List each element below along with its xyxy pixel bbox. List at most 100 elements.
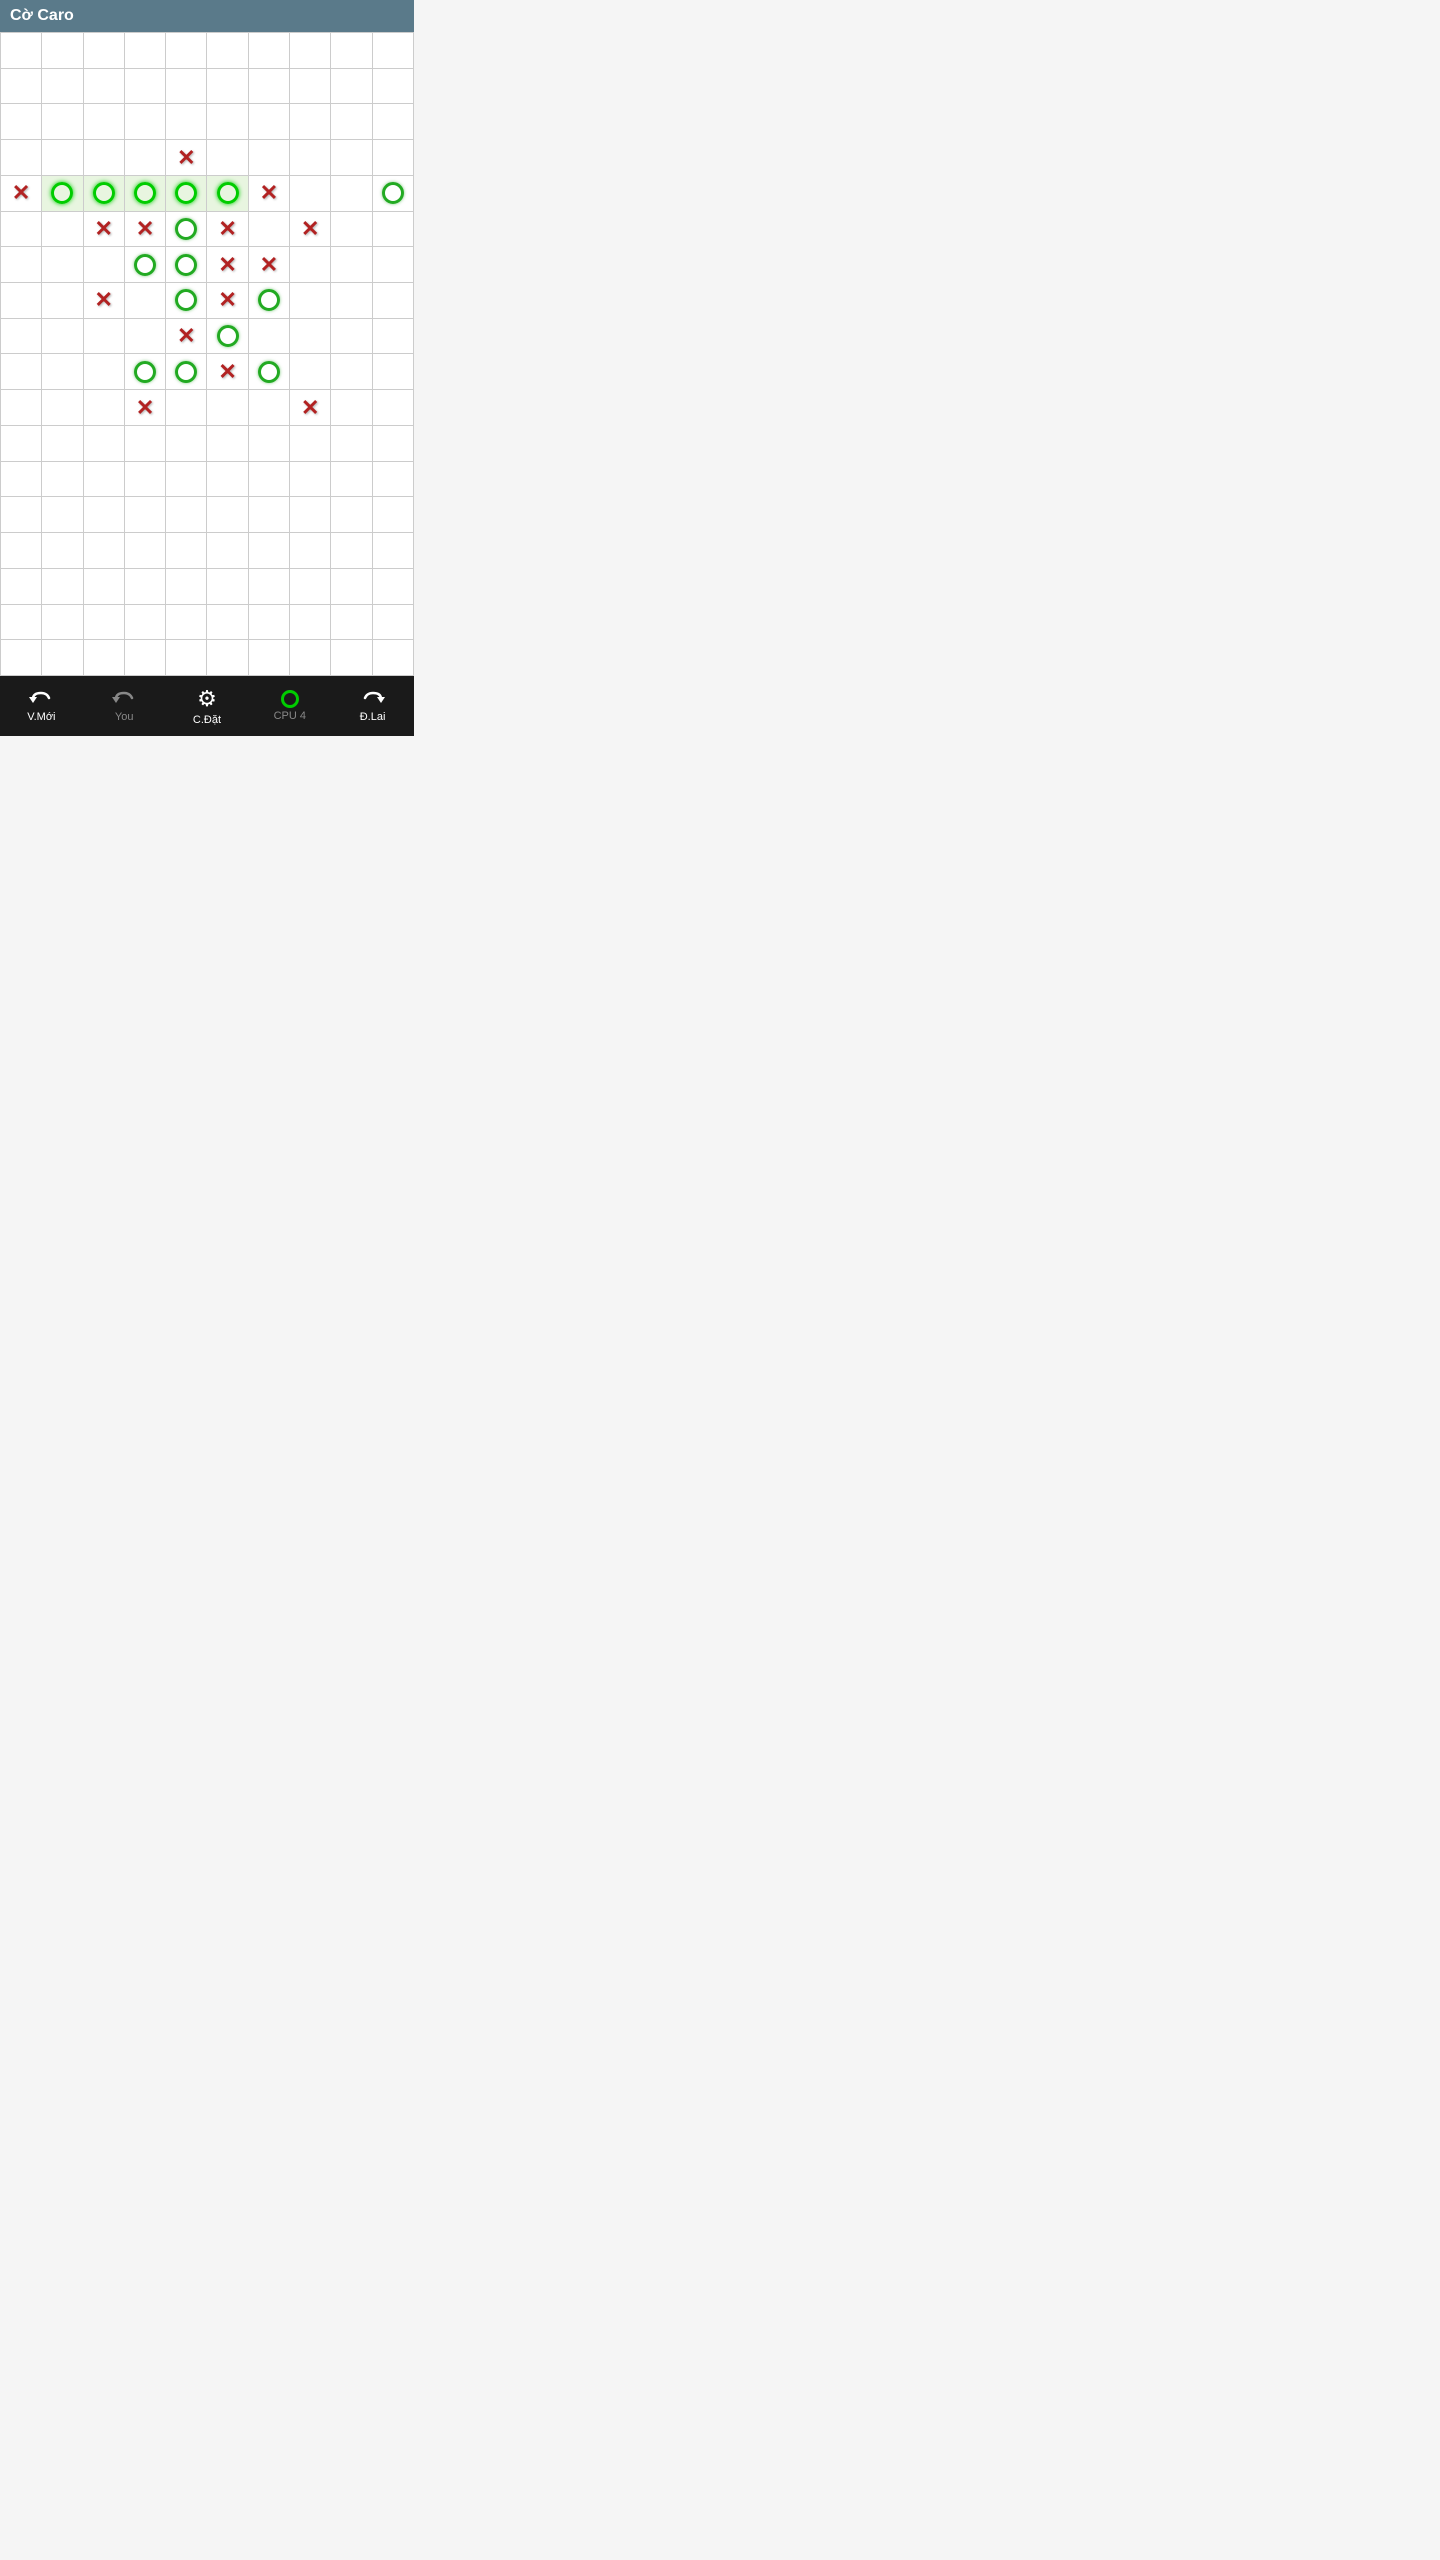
cell[interactable] (166, 283, 207, 319)
cell[interactable] (42, 212, 83, 248)
board-container[interactable]: ✕✕✕✕✕✕✕✕✕✕✕✕✕✕✕ (0, 32, 414, 676)
cell[interactable] (207, 140, 248, 176)
redo-button[interactable]: Đ.Lai (343, 689, 403, 723)
cell[interactable]: ✕ (166, 140, 207, 176)
cell[interactable] (290, 533, 331, 569)
cell[interactable] (290, 247, 331, 283)
cell[interactable] (331, 390, 372, 426)
cell[interactable] (125, 354, 166, 390)
cell[interactable] (42, 354, 83, 390)
cell[interactable] (207, 426, 248, 462)
cell[interactable] (331, 462, 372, 498)
cell[interactable] (166, 605, 207, 641)
cell[interactable] (331, 247, 372, 283)
cell[interactable] (249, 533, 290, 569)
cell[interactable] (125, 33, 166, 69)
cell[interactable] (207, 462, 248, 498)
cell[interactable] (84, 319, 125, 355)
cell[interactable] (290, 104, 331, 140)
cell[interactable] (1, 104, 42, 140)
cell[interactable] (331, 569, 372, 605)
cell[interactable] (1, 69, 42, 105)
cell[interactable] (207, 533, 248, 569)
settings-button[interactable]: ⚙ C.Đặt (177, 686, 237, 726)
cell[interactable]: ✕ (207, 247, 248, 283)
cell[interactable]: ✕ (84, 283, 125, 319)
cell[interactable] (125, 104, 166, 140)
cell[interactable] (249, 283, 290, 319)
cell[interactable] (1, 462, 42, 498)
cell[interactable] (1, 533, 42, 569)
cell[interactable]: ✕ (1, 176, 42, 212)
cell[interactable] (42, 319, 83, 355)
cell[interactable] (249, 69, 290, 105)
cell[interactable] (373, 176, 414, 212)
cell[interactable] (42, 176, 83, 212)
cell[interactable] (331, 426, 372, 462)
cell[interactable] (1, 426, 42, 462)
cell[interactable] (166, 354, 207, 390)
cell[interactable] (207, 176, 248, 212)
cell[interactable] (1, 605, 42, 641)
cell[interactable] (84, 605, 125, 641)
cell[interactable] (1, 283, 42, 319)
cell[interactable] (249, 319, 290, 355)
cell[interactable] (42, 283, 83, 319)
cell[interactable] (290, 640, 331, 676)
cell[interactable] (373, 33, 414, 69)
cell[interactable] (249, 569, 290, 605)
new-game-button[interactable]: V.Mới (11, 689, 71, 723)
cell[interactable] (290, 462, 331, 498)
cell[interactable] (42, 462, 83, 498)
cell[interactable] (290, 426, 331, 462)
cell[interactable] (84, 569, 125, 605)
cell[interactable] (207, 569, 248, 605)
cell[interactable] (166, 569, 207, 605)
cell[interactable] (166, 176, 207, 212)
cell[interactable] (42, 390, 83, 426)
cell[interactable] (84, 640, 125, 676)
cell[interactable] (1, 390, 42, 426)
cell[interactable] (373, 283, 414, 319)
cell[interactable] (207, 33, 248, 69)
cell[interactable] (42, 140, 83, 176)
cell[interactable]: ✕ (125, 390, 166, 426)
cell[interactable] (290, 569, 331, 605)
cell[interactable] (42, 533, 83, 569)
cell[interactable] (1, 319, 42, 355)
cell[interactable] (373, 104, 414, 140)
cell[interactable] (373, 354, 414, 390)
cell[interactable] (290, 69, 331, 105)
cell[interactable] (166, 69, 207, 105)
cell[interactable] (249, 140, 290, 176)
cell[interactable] (84, 247, 125, 283)
cell[interactable] (207, 497, 248, 533)
cell[interactable] (1, 212, 42, 248)
cell[interactable] (166, 497, 207, 533)
game-board[interactable]: ✕✕✕✕✕✕✕✕✕✕✕✕✕✕✕ (0, 32, 414, 676)
cell[interactable] (166, 212, 207, 248)
cell[interactable] (331, 212, 372, 248)
cell[interactable] (42, 426, 83, 462)
cell[interactable] (84, 390, 125, 426)
cell[interactable] (331, 33, 372, 69)
cell[interactable] (125, 569, 166, 605)
cell[interactable] (84, 426, 125, 462)
cell[interactable] (207, 605, 248, 641)
cell[interactable] (331, 140, 372, 176)
cell[interactable] (1, 497, 42, 533)
cell[interactable] (249, 354, 290, 390)
cell[interactable] (331, 69, 372, 105)
cell[interactable] (290, 605, 331, 641)
cell[interactable] (42, 569, 83, 605)
cell[interactable] (166, 426, 207, 462)
cell[interactable] (84, 104, 125, 140)
cell[interactable]: ✕ (290, 212, 331, 248)
cell[interactable] (373, 426, 414, 462)
cell[interactable] (125, 533, 166, 569)
cell[interactable] (249, 640, 290, 676)
cell[interactable] (207, 319, 248, 355)
cell[interactable] (125, 140, 166, 176)
cell[interactable] (373, 69, 414, 105)
cell[interactable] (84, 176, 125, 212)
